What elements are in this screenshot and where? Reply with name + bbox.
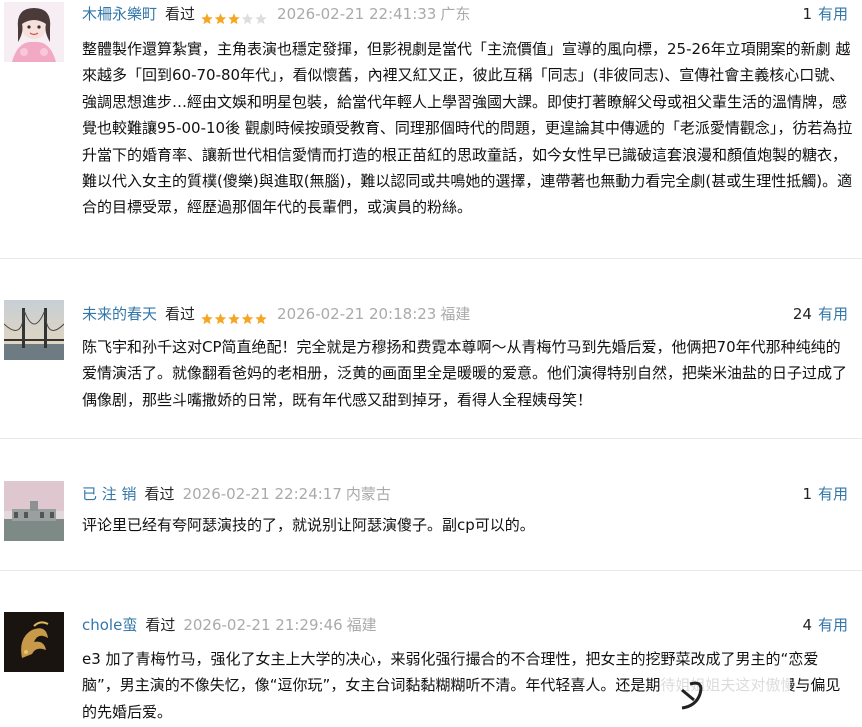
- useful-vote[interactable]: 24 有用: [793, 302, 848, 326]
- timestamp: 2026-02-21 22:41:33: [277, 5, 437, 23]
- watched-label: 看过: [145, 616, 176, 634]
- useful-count: 1: [802, 485, 812, 503]
- star-icon: [201, 312, 213, 324]
- star-icon: [228, 12, 240, 24]
- avatar[interactable]: [4, 300, 64, 360]
- useful-vote[interactable]: 1 有用: [802, 2, 848, 26]
- location: 内蒙古: [345, 485, 391, 503]
- avatar[interactable]: [4, 481, 64, 541]
- review-text: 陈飞宇和孙千这对CP简直绝配！完全就是方穆扬和费霓本尊啊～从青梅竹马到先婚后爱，…: [82, 338, 848, 409]
- star-icon: [228, 312, 240, 324]
- star-icon: [255, 312, 267, 324]
- location: 福建: [440, 305, 471, 323]
- star-icon: [241, 312, 254, 324]
- review-text: 整體製作還算紮實，主角表演也穩定發揮，但影視劇是當代「主流價值」宣導的風向標，2…: [82, 40, 853, 217]
- username-link[interactable]: 未来的春天: [82, 305, 157, 323]
- timestamp: 2026-02-21 20:18:23: [277, 305, 437, 323]
- timestamp: 2026-02-21 21:29:46: [183, 616, 343, 634]
- star-icon: [201, 12, 213, 24]
- star-icon: [214, 12, 227, 24]
- useful-vote[interactable]: 4 有用: [802, 613, 848, 637]
- watched-label: 看过: [144, 485, 175, 503]
- avatar[interactable]: [4, 2, 64, 62]
- divider: [0, 570, 862, 571]
- useful-button[interactable]: 有用: [818, 485, 848, 503]
- watched-label: 看过: [165, 305, 196, 323]
- divider: [0, 438, 862, 439]
- review-text: 评论里已经有夸阿瑟演技的了，就说别让阿瑟演傻子。副cp可以的。: [82, 516, 535, 534]
- username-link[interactable]: 已 注 销: [82, 485, 137, 503]
- rating-stars: [201, 8, 269, 24]
- useful-count: 4: [802, 616, 812, 634]
- location: 广东: [440, 5, 471, 23]
- location: 福建: [346, 616, 377, 634]
- username-link[interactable]: chole蛮: [82, 616, 137, 634]
- useful-button[interactable]: 有用: [818, 305, 848, 323]
- star-icon: [241, 12, 254, 24]
- timestamp: 2026-02-21 22:24:17: [182, 485, 342, 503]
- star-icon: [255, 12, 267, 24]
- useful-button[interactable]: 有用: [818, 5, 848, 23]
- avatar[interactable]: [4, 612, 64, 672]
- divider: [0, 258, 862, 259]
- username-link[interactable]: 木柵永樂町: [82, 5, 157, 23]
- star-icon: [214, 312, 227, 324]
- rating-stars: [201, 308, 269, 324]
- watermark-logo: [660, 676, 790, 716]
- useful-button[interactable]: 有用: [818, 616, 848, 634]
- useful-count: 1: [802, 5, 812, 23]
- useful-vote[interactable]: 1 有用: [802, 482, 848, 506]
- useful-count: 24: [792, 305, 812, 323]
- watched-label: 看过: [165, 5, 196, 23]
